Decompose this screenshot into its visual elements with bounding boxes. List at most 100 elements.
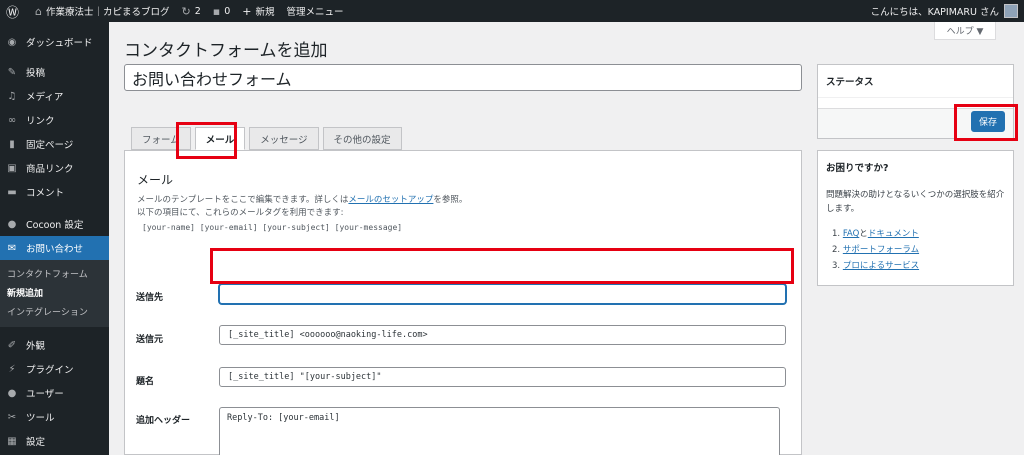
pin-icon: ✎ [7,66,17,78]
form-title-input[interactable]: お問い合わせフォーム [124,64,802,91]
conjunction-text: と [859,229,868,239]
mail-setup-link[interactable]: メールのセットアップ [348,195,433,205]
admin-bar: Ⓦ ⌂ 作業療法士｜カピまるブログ ↻ 2 ▪ 0 + 新規 管理メニュー こん… [0,0,1024,22]
submenu-integration[interactable]: インテグレーション [0,302,109,321]
sidebar-item-label: メディア [26,92,64,103]
sidebar-item-tools[interactable]: ✂ ツール [0,405,109,429]
comments-link[interactable]: ▪ 0 [207,0,237,22]
sidebar-item-settings[interactable]: ▦ 設定 [0,429,109,453]
faq-link[interactable]: FAQ [843,229,859,239]
comments-count: 0 [224,5,231,17]
to-label: 送信先 [136,293,164,303]
additional-headers-label: 追加ヘッダー [136,416,191,426]
account-menu[interactable]: こんにちは、KAPIMARU さん [865,0,1024,22]
mail-description: メールのテンプレートをここで編集できます。詳しくはメールのセットアップを参照。 … [137,194,467,220]
desc-text: メールのテンプレートをここで編集できます。詳しくは [137,195,349,205]
sidebar-item-cocoon-settings[interactable]: ● Cocoon 設定 [0,212,109,236]
sidebar-item-label: 商品リンク [26,164,74,175]
updates-link[interactable]: ↻ 2 [176,0,207,22]
tab-messages[interactable]: メッセージ [249,127,319,150]
sidebar-item-product-links[interactable]: ▣ 商品リンク [0,156,109,180]
submenu-contact-forms[interactable]: コンタクトフォーム [0,264,109,283]
appearance-icon: ✐ [7,339,17,351]
help-link-item: 1. FAQとドキュメント [832,226,1005,242]
sidebar-item-label: ツール [26,413,55,424]
sidebar-item-posts[interactable]: ✎ 投稿 [0,60,109,84]
new-content-link[interactable]: + 新規 [236,0,280,22]
page-icon: ▮ [9,138,15,150]
user-icon: ● [7,387,17,399]
highlight-save-button [954,104,1018,141]
additional-headers-textarea[interactable]: Reply-To: [your-email] [219,407,780,455]
admin-menu-link[interactable]: 管理メニュー [281,0,350,22]
sidebar-item-label: お問い合わせ [26,244,84,255]
updates-count: 2 [194,5,201,17]
additional-headers-value: Reply-To: [your-email] [227,413,340,423]
mail-tags: [your-name] [your-email] [your-subject] … [142,223,403,232]
tool-icon: ✂ [7,411,17,423]
sidebar-item-label: コメント [26,188,65,199]
pro-services-link[interactable]: プロによるサービス [843,261,919,271]
wordpress-logo-button[interactable]: Ⓦ [0,0,29,22]
updates-icon: ↻ [181,4,191,18]
desc-line-2: 以下の項目にて、これらのメールタグを利用できます: [137,208,344,218]
admin-sidebar: ◉ ダッシュボード ✎ 投稿 ♫ メディア ∞ リンク ▮ 固定ページ ▣ 商品… [0,22,109,455]
wordpress-logo-icon: Ⓦ [6,5,20,21]
sidebar-item-label: ダッシュボード [26,38,93,49]
page-title: コンタクトフォームを追加 [124,41,328,61]
sidebar-item-plugins[interactable]: ⚡ プラグイン [0,357,109,381]
list-number: 1. [832,229,841,239]
submenu-add-new[interactable]: 新規追加 [0,283,109,302]
sidebar-item-media[interactable]: ♫ メディア [0,84,109,108]
product-link-icon: ▣ [7,162,17,174]
desc-text-end: を参照。 [433,195,468,205]
subject-field[interactable]: [_site_title] "[your-subject]" [219,367,786,387]
status-title: ステータス [818,65,1013,98]
to-field[interactable] [219,284,786,304]
sidebar-item-contact[interactable]: ✉ お問い合わせ [0,236,109,260]
from-field[interactable]: [_site_title] <oooooo@naoking-life.com> [219,325,786,345]
sidebar-item-label: 固定ページ [26,140,74,151]
cocoon-icon: ● [7,218,17,230]
sidebar-item-comments[interactable]: ▬ コメント [0,180,109,204]
help-box: お困りですか? 問題解決の助けとなるいくつかの選択肢を紹介します。 1. FAQ… [817,150,1014,286]
comment-icon: ▬ [7,186,17,198]
sidebar-item-dashboard[interactable]: ◉ ダッシュボード [0,30,109,54]
help-title: お困りですか? [826,163,889,174]
from-label: 送信元 [136,335,164,345]
avatar [1004,4,1018,18]
sidebar-item-links[interactable]: ∞ リンク [0,108,109,132]
support-forum-link[interactable]: サポートフォーラム [843,245,919,255]
comment-bubble-icon: ▪ [212,4,221,18]
highlight-mail-tab [176,122,237,159]
sidebar-item-users[interactable]: ● ユーザー [0,381,109,405]
highlight-to-field [210,248,794,284]
new-label: 新規 [255,7,275,18]
subject-label: 題名 [136,377,155,387]
docs-link[interactable]: ドキュメント [868,229,919,239]
sidebar-item-label: ユーザー [26,389,64,400]
help-link-item: 2. サポートフォーラム [832,242,1005,258]
help-link-item: 3. プロによるサービス [832,258,1005,274]
list-number: 3. [832,261,841,271]
help-text: 問題解決の助けとなるいくつかの選択肢を紹介します。 [826,190,1005,214]
list-number: 2. [832,245,841,255]
greeting: こんにちは、KAPIMARU さん [870,7,999,18]
sidebar-item-label: プラグイン [26,365,74,376]
site-name-link[interactable]: ⌂ 作業療法士｜カピまるブログ [29,0,176,22]
help-links: 1. FAQとドキュメント 2. サポートフォーラム 3. プロによるサービス [818,216,1013,274]
tab-other-settings[interactable]: その他の設定 [322,127,402,150]
sidebar-item-label: リンク [26,116,55,127]
media-icon: ♫ [7,90,17,102]
admin-menu-label: 管理メニュー [286,7,344,18]
mail-panel: メール メールのテンプレートをここで編集できます。詳しくはメールのセットアップを… [124,150,802,455]
sidebar-item-pages[interactable]: ▮ 固定ページ [0,132,109,156]
dashboard-icon: ◉ [7,36,17,48]
main-content: ヘルプ ▼ コンタクトフォームを追加 お問い合わせフォーム フォーム メール メ… [109,22,1024,455]
link-icon: ∞ [7,114,17,126]
settings-icon: ▦ [7,435,17,447]
plus-icon: + [242,4,252,18]
sidebar-item-label: 投稿 [26,68,46,79]
sidebar-item-appearance[interactable]: ✐ 外観 [0,333,109,357]
help-tab-button[interactable]: ヘルプ ▼ [934,22,996,40]
